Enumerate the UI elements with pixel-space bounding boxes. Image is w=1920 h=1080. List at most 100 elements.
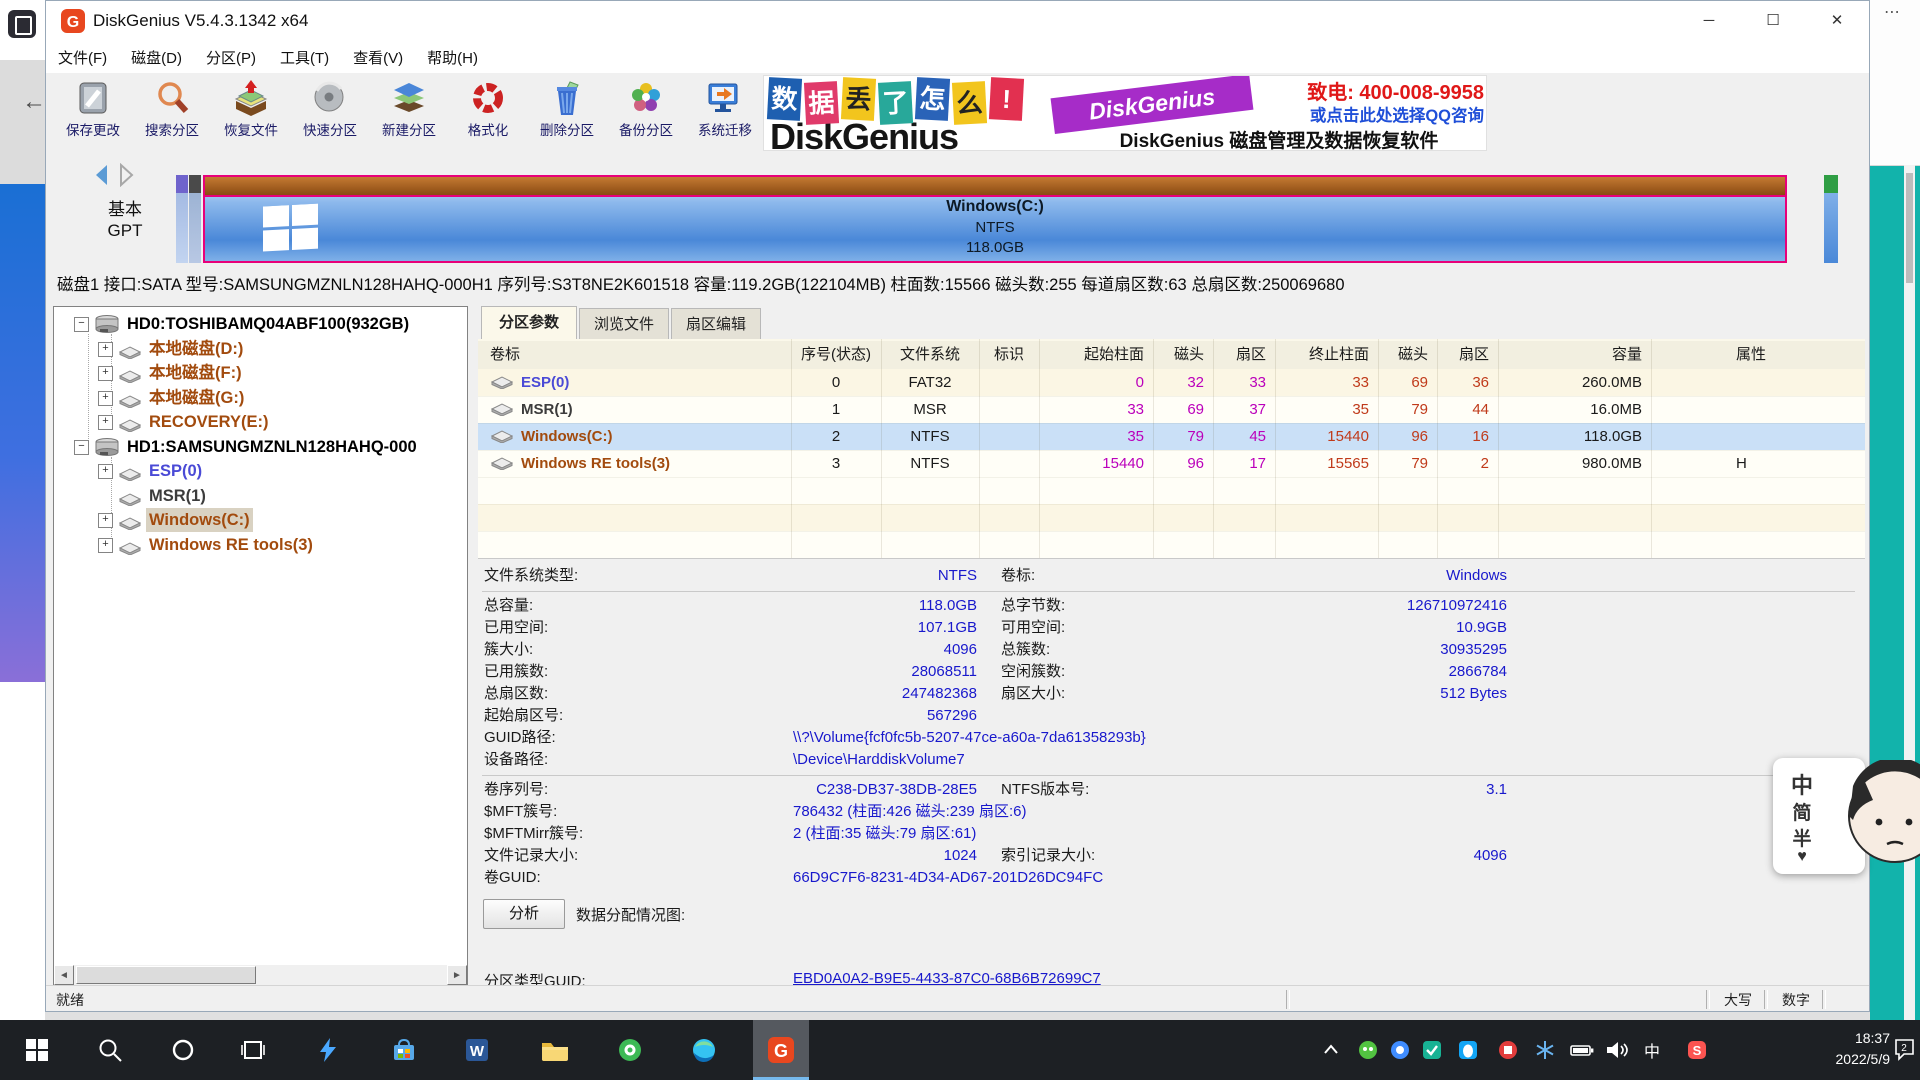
notification-center-icon[interactable]: 2 bbox=[1893, 1036, 1917, 1064]
ime-mode-chinese[interactable]: 中 bbox=[1787, 768, 1817, 800]
tray-teal-app-icon[interactable] bbox=[1420, 1038, 1444, 1062]
tree-item-hd1-samsungmznln128hahq-000[interactable]: −HD1:SAMSUNGMZNLN128HAHQ-000 bbox=[54, 435, 467, 459]
close-button[interactable]: ✕ bbox=[1805, 1, 1869, 41]
volume-icon[interactable] bbox=[1604, 1038, 1628, 1062]
expand-icon[interactable]: + bbox=[98, 366, 113, 381]
expand-icon[interactable]: + bbox=[98, 342, 113, 357]
table-row-0[interactable]: ESP(0)0FAT3203233336936260.0MB bbox=[478, 369, 1865, 396]
browser-menu-icon[interactable]: ⋯ bbox=[1884, 2, 1900, 22]
nav-back-icon[interactable] bbox=[91, 163, 113, 192]
tray-green-app-icon[interactable] bbox=[1356, 1038, 1380, 1062]
tab-1[interactable]: 浏览文件 bbox=[579, 308, 669, 339]
taskbar-search-icon[interactable] bbox=[82, 1020, 138, 1080]
tree-item--d-[interactable]: +本地磁盘(D:) bbox=[54, 337, 467, 361]
header-col-end-cyl[interactable]: 终止柱面 bbox=[1275, 341, 1378, 368]
partition-strip-msr[interactable] bbox=[189, 175, 201, 263]
battery-icon[interactable] bbox=[1570, 1038, 1594, 1062]
collapse-icon[interactable]: − bbox=[74, 440, 89, 455]
background-scrollbar[interactable] bbox=[1904, 165, 1915, 1020]
toolbar-button-recover-files[interactable]: 恢复文件 bbox=[212, 77, 290, 149]
toolbar-button-backup-partition[interactable]: 备份分区 bbox=[607, 77, 685, 149]
header-col-volume-label[interactable]: 卷标 bbox=[478, 341, 791, 368]
ime-mode-halfwidth[interactable]: 半 bbox=[1787, 824, 1817, 851]
maximize-button[interactable]: ☐ bbox=[1741, 1, 1805, 41]
taskbar-thunder-icon[interactable] bbox=[300, 1020, 356, 1080]
taskbar-diskgenius-icon[interactable]: G bbox=[753, 1020, 809, 1080]
tray-qq-icon[interactable] bbox=[1456, 1038, 1480, 1062]
header-col-start-head[interactable]: 磁头 bbox=[1153, 341, 1213, 368]
panel-splitter[interactable] bbox=[470, 306, 477, 986]
tab-2[interactable]: 扇区编辑 bbox=[671, 308, 761, 339]
table-row-3[interactable]: Windows RE tools(3)3NTFS1544096171556579… bbox=[478, 450, 1865, 477]
toolbar-button-format-partition[interactable]: 格式化 bbox=[449, 77, 527, 149]
taskbar-browser-360-icon[interactable] bbox=[602, 1020, 658, 1080]
taskbar-word-icon[interactable]: W bbox=[449, 1020, 505, 1080]
ime-indicator-icon[interactable]: 中 bbox=[1640, 1038, 1664, 1062]
tree-item-recovery-e-[interactable]: +RECOVERY(E:) bbox=[54, 410, 467, 434]
taskbar-task-view-icon[interactable] bbox=[225, 1020, 281, 1080]
nav-forward-icon[interactable] bbox=[115, 163, 137, 192]
partition-strip-esp[interactable] bbox=[176, 175, 188, 263]
expand-icon[interactable]: + bbox=[98, 415, 113, 430]
background-scrollbar-thumb[interactable] bbox=[1906, 173, 1913, 283]
header-col-filesystem[interactable]: 文件系统 bbox=[881, 341, 979, 368]
taskbar-start-icon[interactable] bbox=[9, 1020, 65, 1080]
scroll-left-icon[interactable]: ◄ bbox=[54, 965, 74, 985]
toolbar-button-delete-partition[interactable]: 删除分区 bbox=[528, 77, 606, 149]
tray-snowflake-icon[interactable] bbox=[1533, 1038, 1557, 1062]
minimize-button[interactable]: ─ bbox=[1677, 1, 1741, 41]
header-col-attrs[interactable]: 属性 bbox=[1651, 341, 1865, 368]
header-col-end-head[interactable]: 磁头 bbox=[1378, 341, 1437, 368]
expand-icon[interactable]: + bbox=[98, 464, 113, 479]
sogou-icon[interactable]: S bbox=[1685, 1038, 1709, 1062]
tree-item-windows-re-tools-3-[interactable]: +Windows RE tools(3) bbox=[54, 533, 467, 557]
table-row-2[interactable]: Windows(C:)2NTFS357945154409616118.0GB bbox=[478, 423, 1865, 450]
taskbar-file-explorer-icon[interactable] bbox=[526, 1020, 582, 1080]
back-arrow-icon[interactable]: ← bbox=[22, 88, 46, 116]
ad-banner[interactable]: DiskGenius 数据丢了怎么! DiskGenius 致电: 400-00… bbox=[763, 75, 1487, 151]
banner-qq-link[interactable]: 或点击此处选择QQ咨询 bbox=[1248, 102, 1484, 126]
tree-item-esp-0-[interactable]: +ESP(0) bbox=[54, 459, 467, 483]
taskbar-edge-icon[interactable] bbox=[676, 1020, 732, 1080]
tree-item--f-[interactable]: +本地磁盘(F:) bbox=[54, 361, 467, 385]
header-col-start-cyl[interactable]: 起始柱面 bbox=[1039, 341, 1153, 368]
menu-item-1[interactable]: 磁盘(D) bbox=[119, 41, 194, 74]
table-row-1[interactable]: MSR(1)1MSR33693735794416.0MB bbox=[478, 396, 1865, 423]
ime-heart-icon[interactable]: ♥ bbox=[1787, 848, 1817, 866]
tab-0[interactable]: 分区参数 bbox=[481, 306, 577, 339]
tray-expand-icon[interactable] bbox=[1319, 1038, 1343, 1062]
scroll-right-icon[interactable]: ► bbox=[447, 965, 467, 985]
header-col-flag[interactable]: 标识 bbox=[979, 341, 1039, 368]
taskbar-cortana-icon[interactable] bbox=[155, 1020, 211, 1080]
tree-hscrollbar-thumb[interactable] bbox=[76, 966, 256, 984]
menu-item-5[interactable]: 帮助(H) bbox=[415, 41, 490, 74]
tree-item--g-[interactable]: +本地磁盘(G:) bbox=[54, 386, 467, 410]
tray-blue-circle-icon[interactable] bbox=[1388, 1038, 1412, 1062]
tree-item-windows-c-[interactable]: +Windows(C:) bbox=[54, 508, 467, 532]
taskbar-clock[interactable]: 18:37 2022/5/9 bbox=[1836, 1028, 1891, 1070]
toolbar-button-new-partition[interactable]: 新建分区 bbox=[370, 77, 448, 149]
header-col-end-sector[interactable]: 扇区 bbox=[1437, 341, 1498, 368]
tree-hscrollbar[interactable]: ◄ ► bbox=[54, 965, 467, 985]
expand-icon[interactable]: + bbox=[98, 513, 113, 528]
toolbar-button-system-migrate[interactable]: 系统迁移 bbox=[686, 77, 764, 149]
tray-red-app-icon[interactable] bbox=[1496, 1038, 1520, 1062]
menu-item-3[interactable]: 工具(T) bbox=[268, 41, 341, 74]
menu-item-4[interactable]: 查看(V) bbox=[341, 41, 415, 74]
header-col-seq[interactable]: 序号(状态) bbox=[791, 341, 881, 368]
partition-strip-re-tools[interactable] bbox=[1824, 175, 1838, 263]
menu-item-2[interactable]: 分区(P) bbox=[194, 41, 268, 74]
toolbar-button-quick-partition[interactable]: 快速分区 bbox=[291, 77, 369, 149]
menu-item-0[interactable]: 文件(F) bbox=[46, 41, 119, 74]
toolbar-button-save-changes[interactable]: 保存更改 bbox=[54, 77, 132, 149]
taskbar-app-store-icon[interactable] bbox=[376, 1020, 432, 1080]
header-col-start-sector[interactable]: 扇区 bbox=[1213, 341, 1275, 368]
tree-item-hd0-toshibamq04abf100-932gb-[interactable]: −HD0:TOSHIBAMQ04ABF100(932GB) bbox=[54, 312, 467, 336]
collapse-icon[interactable]: − bbox=[74, 317, 89, 332]
header-col-capacity[interactable]: 容量 bbox=[1498, 341, 1651, 368]
ime-mode-simplified[interactable]: 简 bbox=[1787, 798, 1817, 825]
partition-bar-windows-c[interactable]: Windows(C:) NTFS 118.0GB bbox=[203, 175, 1787, 263]
tree-item-msr-1-[interactable]: MSR(1) bbox=[54, 484, 467, 508]
analyze-button[interactable]: 分析 bbox=[483, 899, 565, 929]
expand-icon[interactable]: + bbox=[98, 391, 113, 406]
